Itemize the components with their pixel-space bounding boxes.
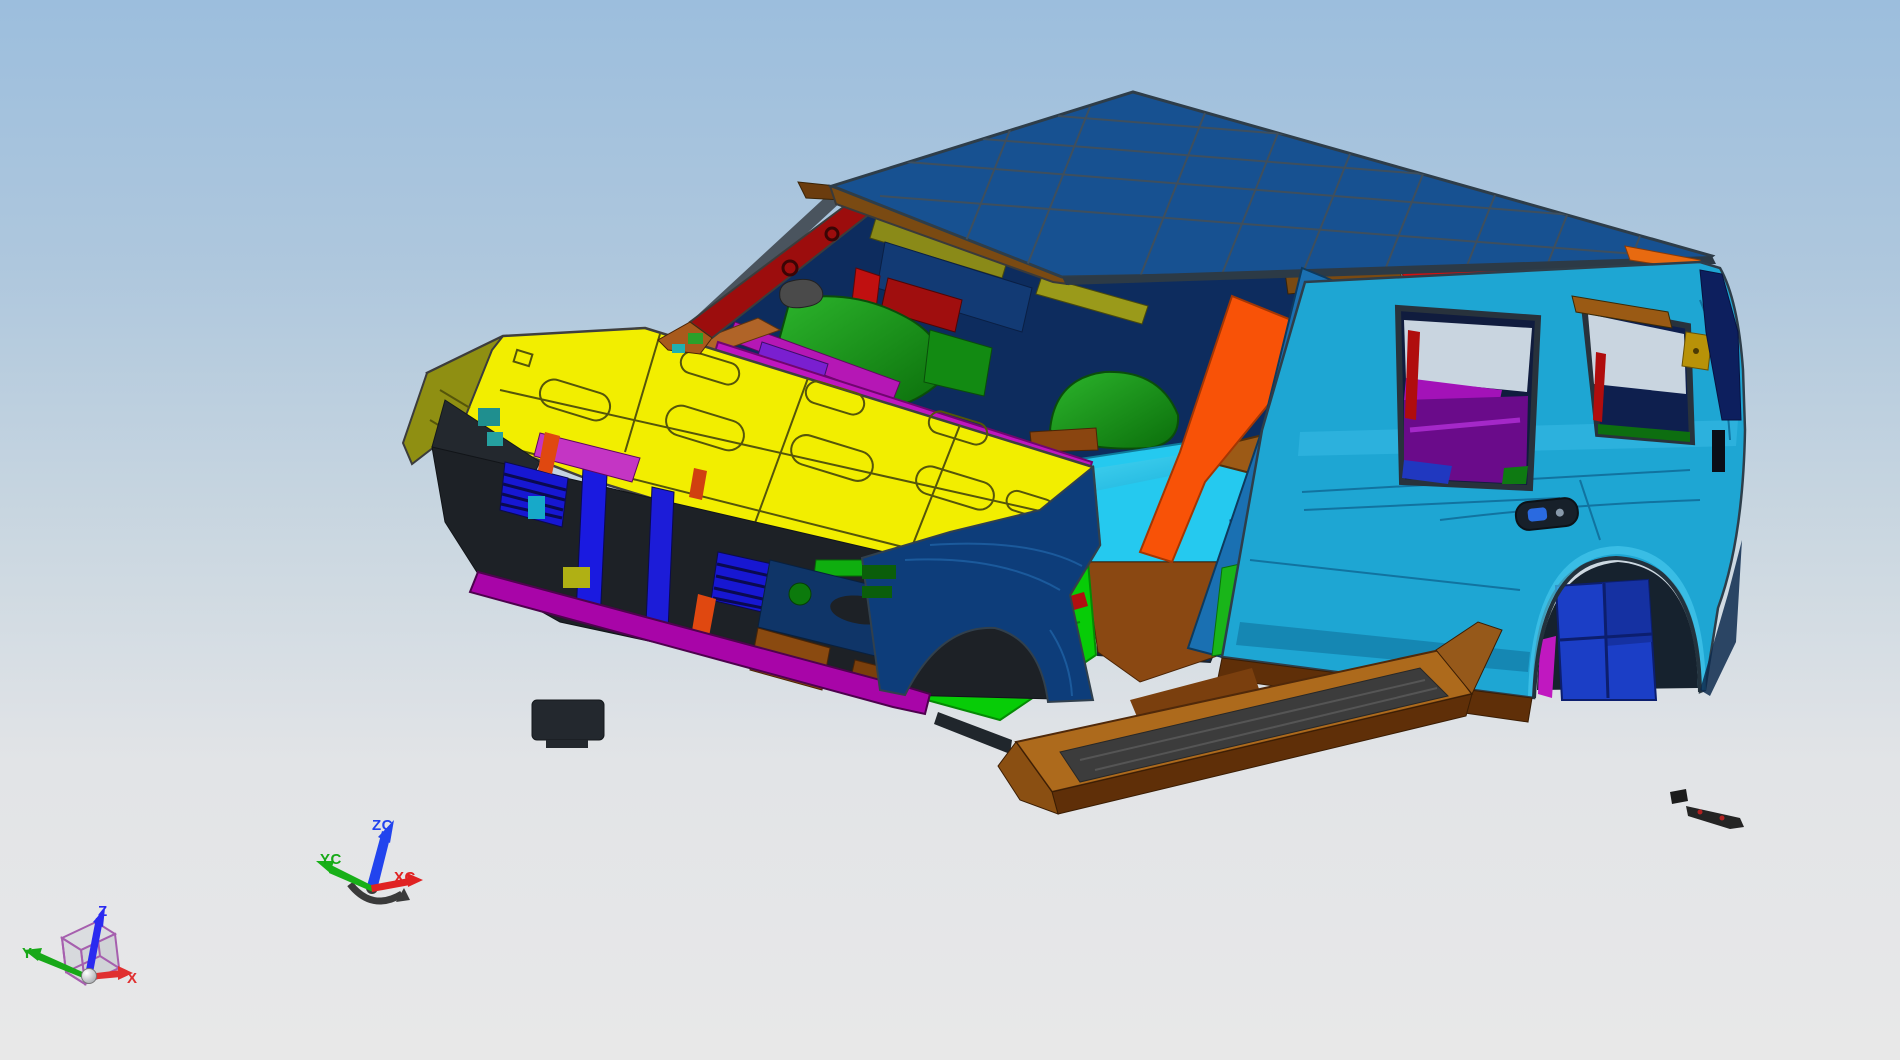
datum-y-label: Y bbox=[22, 945, 33, 962]
wcs-z-label: ZC bbox=[372, 817, 393, 834]
loose-bracket-part[interactable] bbox=[1670, 789, 1744, 829]
grab-handle[interactable] bbox=[779, 278, 824, 309]
fender-vent-green bbox=[862, 586, 892, 598]
quarter-window[interactable] bbox=[1580, 302, 1696, 446]
datum-z-label: Z bbox=[98, 903, 108, 920]
wcs-y-label: YC bbox=[320, 851, 342, 868]
datum-x-label: X bbox=[127, 970, 138, 987]
headlight-bracket-teal[interactable] bbox=[478, 408, 500, 426]
a-pillar-bracket-green bbox=[688, 333, 703, 344]
wcs-triad[interactable]: ZC YC XC bbox=[316, 817, 423, 905]
cad-3d-viewport[interactable]: ZC YC XC Z Y X bbox=[0, 0, 1900, 1060]
bracket-dot-red bbox=[1697, 809, 1703, 815]
tow-bracket-box[interactable] bbox=[531, 699, 605, 748]
datum-origin-ball bbox=[81, 968, 97, 984]
bracket-cyan[interactable] bbox=[528, 496, 545, 519]
d-pillar-slot bbox=[1712, 430, 1725, 472]
car-body-model[interactable]: ZC YC XC Z Y X bbox=[0, 0, 1900, 1060]
rear-door-window[interactable] bbox=[1394, 304, 1542, 492]
fender-vent-green bbox=[862, 565, 896, 579]
window-green-clip bbox=[1502, 466, 1528, 484]
door-handle-recess[interactable] bbox=[1514, 497, 1580, 531]
wcs-x-label: XC bbox=[394, 869, 416, 886]
bracket-blob bbox=[1670, 789, 1688, 804]
a-pillar-bracket-teal bbox=[672, 344, 685, 353]
absolute-csys-triad: Z Y X bbox=[22, 903, 138, 987]
headlight-bracket-teal[interactable] bbox=[487, 432, 503, 446]
bumper-hole-green bbox=[788, 582, 812, 606]
gold-plate-hole bbox=[1693, 348, 1699, 354]
bracket-yellow[interactable] bbox=[563, 567, 590, 588]
bracket-sliver bbox=[1686, 806, 1744, 829]
bracket-dot-red bbox=[1719, 815, 1725, 821]
